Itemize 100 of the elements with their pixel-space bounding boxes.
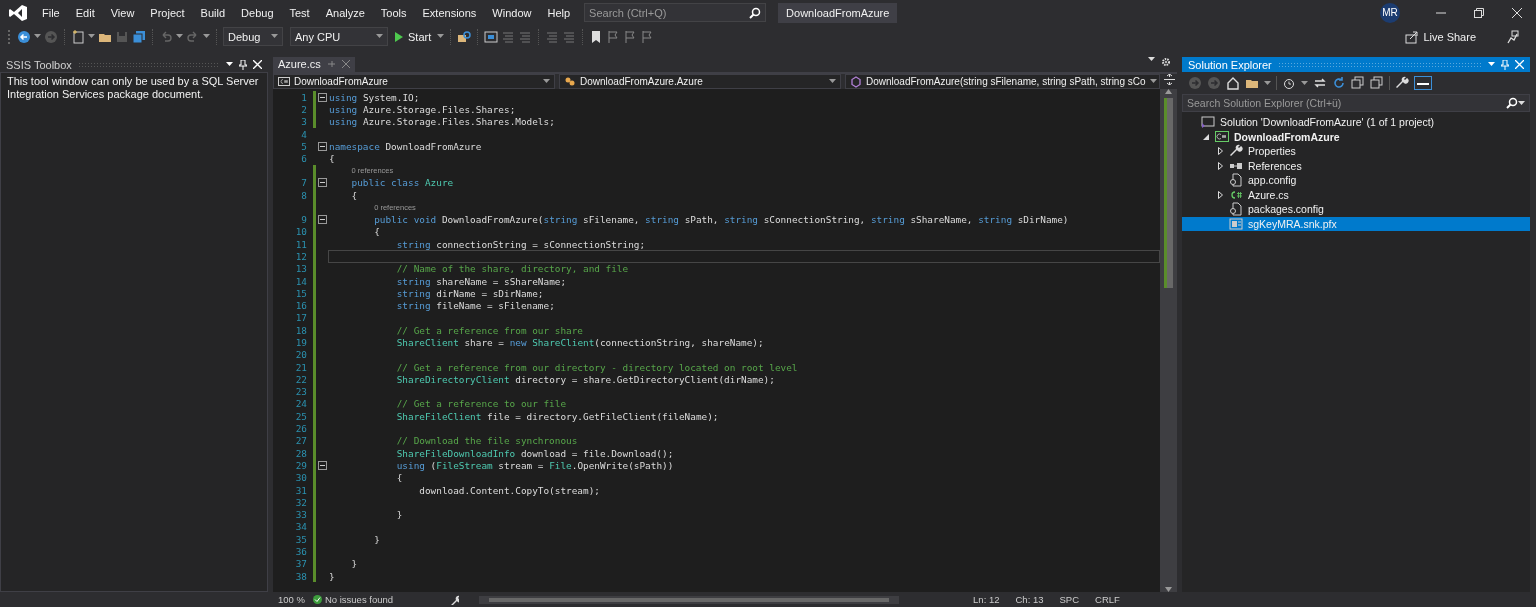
menu-item[interactable]: Edit bbox=[67, 6, 103, 19]
caret-icon[interactable] bbox=[1301, 80, 1308, 86]
configuration-dropdown[interactable]: Debug bbox=[223, 27, 283, 46]
navigation-dropdown[interactable]: DownloadFromAzure.Azure bbox=[559, 74, 841, 89]
caret-icon[interactable] bbox=[176, 34, 183, 39]
preview-icon[interactable] bbox=[1414, 76, 1432, 90]
menu-item[interactable]: File bbox=[34, 6, 68, 19]
menu-item[interactable]: Debug bbox=[233, 6, 282, 19]
restore-icon[interactable] bbox=[1474, 7, 1484, 18]
menu-item[interactable]: Extensions bbox=[414, 6, 485, 19]
code-line: // Get a reference from our share bbox=[395, 324, 583, 336]
code-line: using Azure.Storage.Files.Shares; bbox=[329, 103, 516, 115]
back-icon[interactable] bbox=[17, 29, 31, 44]
tree-item[interactable]: Solution 'DownloadFromAzure' (1 of 1 project) bbox=[1182, 115, 1530, 130]
caret-icon[interactable] bbox=[437, 34, 445, 39]
sync-icon[interactable] bbox=[1313, 76, 1327, 90]
code-line: ShareFileClient file = directory.GetFileClient(fileName); bbox=[395, 410, 719, 422]
new-project-icon[interactable] bbox=[71, 29, 85, 44]
home-icon[interactable] bbox=[1226, 76, 1240, 90]
navigation-dropdown[interactable]: DownloadFromAzure bbox=[273, 74, 555, 89]
split-icon[interactable] bbox=[1164, 74, 1175, 85]
collapse-icon[interactable] bbox=[318, 92, 327, 102]
panel-title: SSIS Toolbox bbox=[6, 58, 72, 71]
collapse-icon[interactable] bbox=[318, 178, 327, 188]
search-field[interactable]: Search Solution Explorer (Ctrl+ü) bbox=[1182, 94, 1530, 112]
feedback-icon[interactable] bbox=[1505, 29, 1519, 44]
collapse-all-icon[interactable] bbox=[1351, 76, 1365, 90]
zoom-level[interactable]: 100 % bbox=[278, 594, 305, 605]
line-number: 17 bbox=[294, 312, 308, 324]
tree-item[interactable]: packages.config bbox=[1182, 202, 1530, 217]
user-avatar[interactable]: MR bbox=[1380, 2, 1400, 23]
line-position: Ln: 12 bbox=[973, 594, 1000, 605]
dropdown-icon[interactable] bbox=[226, 62, 233, 67]
save-all-icon[interactable] bbox=[132, 29, 146, 44]
menu-item[interactable]: Build bbox=[192, 6, 234, 19]
code-line: } bbox=[329, 570, 335, 582]
search-input[interactable]: Search (Ctrl+Q) bbox=[589, 6, 750, 19]
dropdown-icon[interactable] bbox=[1518, 100, 1525, 106]
code-line: download.Content.CopyTo(stream); bbox=[418, 484, 600, 496]
tree-item[interactable]: Properties bbox=[1182, 144, 1530, 159]
caret-icon[interactable] bbox=[34, 34, 41, 39]
collapsed-arrow-icon[interactable] bbox=[1217, 161, 1223, 170]
line-number: 10 bbox=[294, 226, 308, 238]
caret-icon[interactable] bbox=[1264, 80, 1271, 86]
line-number: 34 bbox=[294, 521, 308, 533]
caret-icon[interactable] bbox=[88, 34, 95, 39]
menu-item[interactable]: Analyze bbox=[317, 6, 373, 19]
expanded-arrow-icon[interactable] bbox=[1203, 133, 1209, 140]
menu-item[interactable]: Project bbox=[142, 6, 193, 19]
line-number: 33 bbox=[294, 509, 308, 521]
code-line: { bbox=[329, 153, 335, 165]
platform-dropdown[interactable]: Any CPU bbox=[290, 27, 388, 46]
refresh-icon[interactable] bbox=[1332, 76, 1346, 90]
show-all-files-icon[interactable] bbox=[1370, 76, 1384, 90]
menu-item[interactable]: Tools bbox=[372, 6, 415, 19]
code-line: // Get a reference to our file bbox=[395, 398, 567, 410]
properties-icon[interactable] bbox=[1395, 76, 1409, 90]
collapsed-arrow-icon[interactable] bbox=[1217, 147, 1223, 156]
search-input[interactable]: Search Solution Explorer (Ctrl+ü) bbox=[1187, 97, 1506, 109]
line-number: 30 bbox=[294, 472, 308, 484]
scrollbar-thumb[interactable] bbox=[1164, 98, 1173, 288]
caret-icon[interactable] bbox=[829, 79, 836, 84]
tree-item[interactable]: References bbox=[1182, 158, 1530, 173]
code-line: { bbox=[350, 189, 358, 201]
horizontal-scrollbar[interactable] bbox=[479, 595, 900, 604]
settings-icon[interactable] bbox=[1161, 57, 1171, 67]
collapse-icon[interactable] bbox=[318, 141, 327, 151]
caret-icon[interactable] bbox=[543, 79, 550, 84]
find-in-files-icon[interactable] bbox=[457, 29, 472, 44]
live-share-button[interactable]: Live Share bbox=[1405, 29, 1476, 44]
collapsed-arrow-icon[interactable] bbox=[1217, 190, 1223, 199]
line-number: 9 bbox=[300, 214, 308, 225]
search-icon[interactable] bbox=[1506, 97, 1518, 109]
tree-item[interactable]: app.config bbox=[1182, 173, 1530, 188]
code-line: using (FileStream stream = File.OpenWrite(sPath)) bbox=[395, 459, 674, 471]
tree-item[interactable]: Azure.cs bbox=[1182, 187, 1530, 202]
collapse-icon[interactable] bbox=[318, 460, 327, 470]
issues-status[interactable]: No issues found bbox=[324, 594, 394, 605]
line-number: 20 bbox=[294, 349, 308, 361]
pending-changes-icon[interactable] bbox=[1282, 76, 1296, 90]
navigation-dropdown[interactable]: DownloadFromAzure(string sFilename, string sPath, string sCo bbox=[845, 74, 1160, 89]
tree-item[interactable]: DownloadFromAzure bbox=[1182, 129, 1530, 144]
brush-icon[interactable] bbox=[449, 594, 460, 605]
menu-item[interactable]: Test bbox=[281, 6, 318, 19]
start-button[interactable]: Start bbox=[391, 30, 435, 43]
search-icon[interactable] bbox=[749, 6, 762, 19]
line-number: 7 bbox=[300, 177, 308, 189]
menu-item[interactable]: View bbox=[102, 6, 143, 19]
caret-icon[interactable] bbox=[271, 34, 278, 39]
caret-icon[interactable] bbox=[376, 34, 383, 39]
menu-item[interactable]: Window bbox=[484, 6, 540, 19]
line-number: 5 bbox=[300, 140, 308, 152]
dropdown-icon[interactable] bbox=[1148, 57, 1155, 62]
tree-item[interactable]: sgKeyMRA.snk.pfx bbox=[1182, 216, 1530, 231]
caret-icon[interactable] bbox=[1149, 79, 1157, 84]
menu-item[interactable]: Help bbox=[539, 6, 579, 19]
browser-window-icon[interactable] bbox=[484, 29, 499, 44]
caret-icon[interactable] bbox=[203, 34, 210, 39]
collapse-icon[interactable] bbox=[318, 215, 327, 224]
search-field[interactable]: Search (Ctrl+Q) bbox=[584, 3, 767, 22]
